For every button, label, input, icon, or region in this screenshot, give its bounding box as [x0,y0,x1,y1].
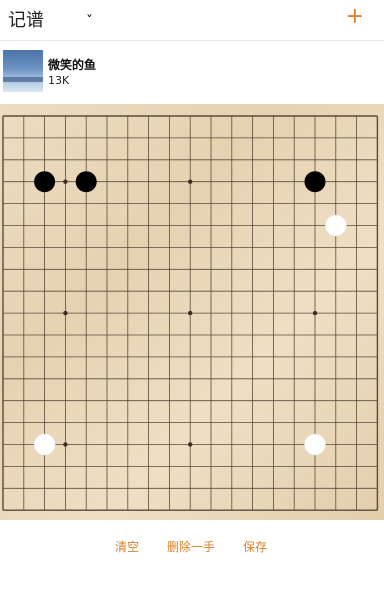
white-stone[interactable] [324,214,347,237]
footer-actions: 清空 删除一手 保存 [0,520,384,589]
star-point [63,310,68,316]
save-button[interactable]: 保存 [243,538,267,555]
black-stone[interactable] [75,171,97,193]
black-stone[interactable] [304,171,326,193]
star-point [312,310,318,316]
cursor-icon: ˇ [86,14,93,30]
player-rank: 13K [48,74,70,87]
star-point [188,442,193,447]
star-point [188,179,193,184]
undo-move-button[interactable]: 删除一手 [167,538,215,555]
app-header: 记谱 ˇ + [0,0,384,41]
player-name: 微笑的鱼 [48,58,97,72]
page-title: 记谱 [8,10,44,31]
white-stone[interactable] [304,433,326,456]
board-grid[interactable] [0,104,384,520]
go-board[interactable] [0,104,384,520]
avatar [3,50,43,92]
white-stone[interactable] [33,433,56,456]
star-point [188,310,193,316]
add-button[interactable]: + [346,3,364,31]
star-point [63,179,68,184]
star-point [63,442,68,447]
player-card[interactable]: 微笑的鱼 13K [0,41,384,104]
black-stone[interactable] [34,171,56,193]
clear-button[interactable]: 清空 [115,538,139,555]
